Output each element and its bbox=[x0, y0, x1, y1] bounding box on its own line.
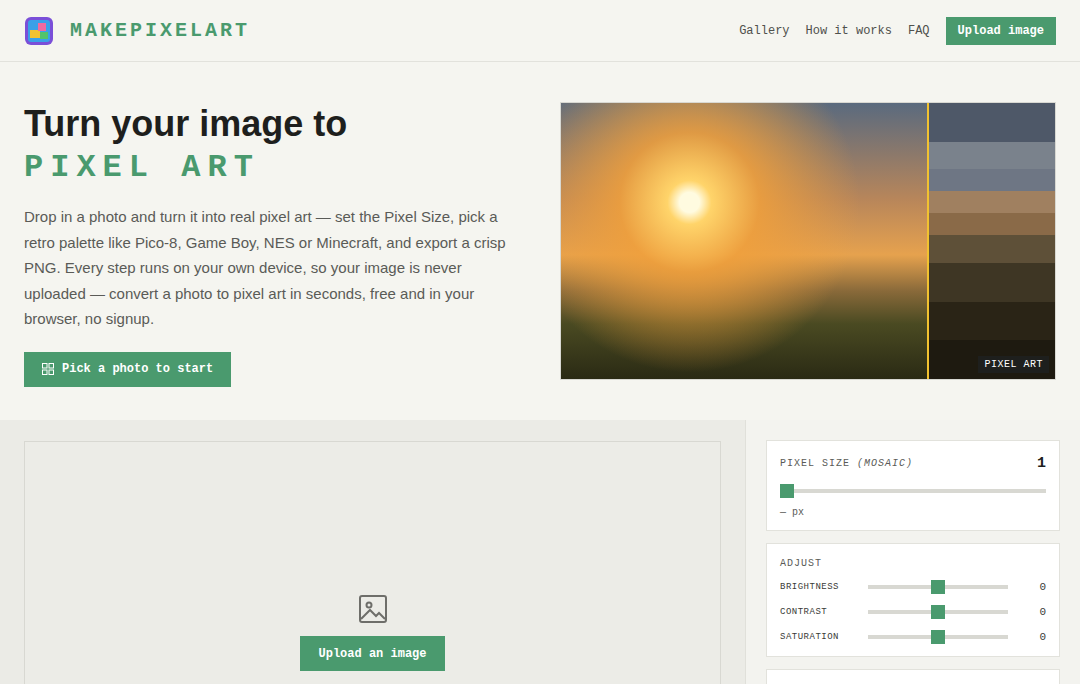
adjust-row: SATURATION 0 bbox=[780, 629, 1046, 644]
nav-link[interactable]: How it works bbox=[806, 24, 892, 38]
dropzone[interactable]: Upload an image bbox=[24, 441, 721, 684]
hero-title: Turn your image to bbox=[24, 102, 524, 146]
hero: Turn your image toPIXEL ARTDrop in a pho… bbox=[0, 62, 1080, 420]
compare-divider[interactable] bbox=[927, 103, 929, 379]
page: MAKEPIXELART Gallery How it works FAQ Upload… bbox=[0, 0, 1080, 684]
adjust-slider[interactable] bbox=[868, 580, 1008, 594]
editor-canvas-area: Upload an image bbox=[0, 420, 745, 684]
upload-an-image-button[interactable]: Upload an image bbox=[300, 636, 444, 671]
pixel-size-card: PIXEL SIZE (MOSAIC) 1 — px bbox=[766, 440, 1060, 531]
hero-text: Turn your image toPIXEL ART Drop in a pho… bbox=[24, 102, 524, 380]
nav-link[interactable]: Gallery bbox=[739, 24, 789, 38]
adjust-slider[interactable] bbox=[868, 605, 1008, 619]
logo-icon bbox=[24, 16, 54, 46]
pixel-size-hint: (MOSAIC) bbox=[857, 458, 913, 469]
adjust-value: 0 bbox=[1039, 581, 1046, 593]
adjust-value: 0 bbox=[1039, 631, 1046, 643]
nav: Gallery How it works FAQ Upload image bbox=[739, 17, 1056, 45]
adjust-row: CONTRAST 0 bbox=[780, 604, 1046, 619]
adjust-label: BRIGHTNESS bbox=[780, 582, 868, 592]
nav-link[interactable]: FAQ bbox=[908, 24, 930, 38]
adjust-label: CONTRAST bbox=[780, 607, 868, 617]
controls-sidebar: PIXEL SIZE (MOSAIC) 1 — px ADJUST BRIGHTNESS… bbox=[745, 420, 1080, 684]
adjust-slider[interactable] bbox=[868, 630, 1008, 644]
pixel-art-badge: PIXEL ART bbox=[978, 356, 1049, 373]
grid-icon bbox=[42, 363, 54, 375]
header: MAKEPIXELART Gallery How it works FAQ Upload… bbox=[0, 0, 1080, 62]
image-icon bbox=[358, 594, 388, 624]
preview-image[interactable]: PIXEL ART bbox=[560, 102, 1056, 380]
adjust-title: ADJUST bbox=[780, 558, 1046, 569]
pick-photo-button[interactable]: Pick a photo to start bbox=[24, 352, 231, 387]
upload-image-button[interactable]: Upload image bbox=[946, 17, 1056, 45]
palette-card bbox=[766, 669, 1060, 684]
hero-highlight: PIXEL ART bbox=[24, 146, 524, 190]
adjust-value: 0 bbox=[1039, 606, 1046, 618]
pixel-photo bbox=[927, 103, 1055, 379]
pixel-size-slider[interactable] bbox=[780, 484, 1046, 498]
brand[interactable]: MAKEPIXELART bbox=[24, 16, 250, 46]
pixel-size-unit: — px bbox=[780, 507, 1046, 518]
logo-text: MAKEPIXELART bbox=[70, 19, 250, 42]
pixel-size-value: 1 bbox=[1037, 455, 1046, 472]
hero-description: Drop in a photo and turn it into real pi… bbox=[24, 204, 524, 332]
adjust-label: SATURATION bbox=[780, 632, 868, 642]
editor: Upload an image PIXEL SIZE (MOSAIC) 1 — px A… bbox=[0, 420, 1080, 684]
pixel-size-label: PIXEL SIZE (MOSAIC) bbox=[780, 458, 913, 469]
adjust-row: BRIGHTNESS 0 bbox=[780, 579, 1046, 594]
adjust-card: ADJUST BRIGHTNESS 0 CONTRAST 0 SATURATION 0 bbox=[766, 543, 1060, 657]
